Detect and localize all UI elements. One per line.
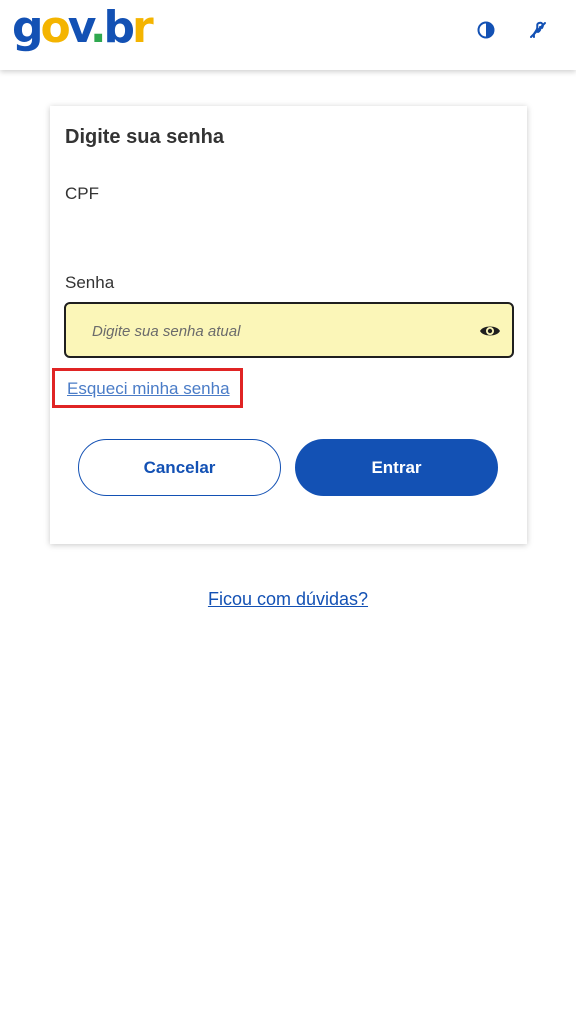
password-field[interactable] [64,302,514,358]
eye-icon[interactable] [478,319,502,343]
contrast-icon[interactable] [474,18,498,42]
forgot-password-link[interactable]: Esqueci minha senha [67,379,230,399]
govbr-logo[interactable]: gov.br [12,0,154,56]
logo-dot: . [89,2,107,53]
password-card: Digite sua senha CPF Senha Esqueci minha… [50,106,527,544]
cpf-label: CPF [65,184,99,203]
cancel-button[interactable]: Cancelar [78,439,281,496]
app-header: gov.br [0,0,576,70]
sign-language-icon[interactable] [526,18,550,42]
logo-letter-r: r [132,2,154,53]
logo-letter-g: g [12,2,43,53]
forgot-password-highlight: Esqueci minha senha [52,368,243,408]
logo-letter-b: b [103,2,135,53]
logo-letter-o: o [40,2,71,53]
card-title: Digite sua senha [65,126,224,148]
logo-letter-v: v [67,2,93,53]
password-input[interactable] [92,320,452,342]
password-label: Senha [65,273,115,292]
help-doubts-link[interactable]: Ficou com dúvidas? [0,589,576,610]
enter-button[interactable]: Entrar [295,439,498,496]
